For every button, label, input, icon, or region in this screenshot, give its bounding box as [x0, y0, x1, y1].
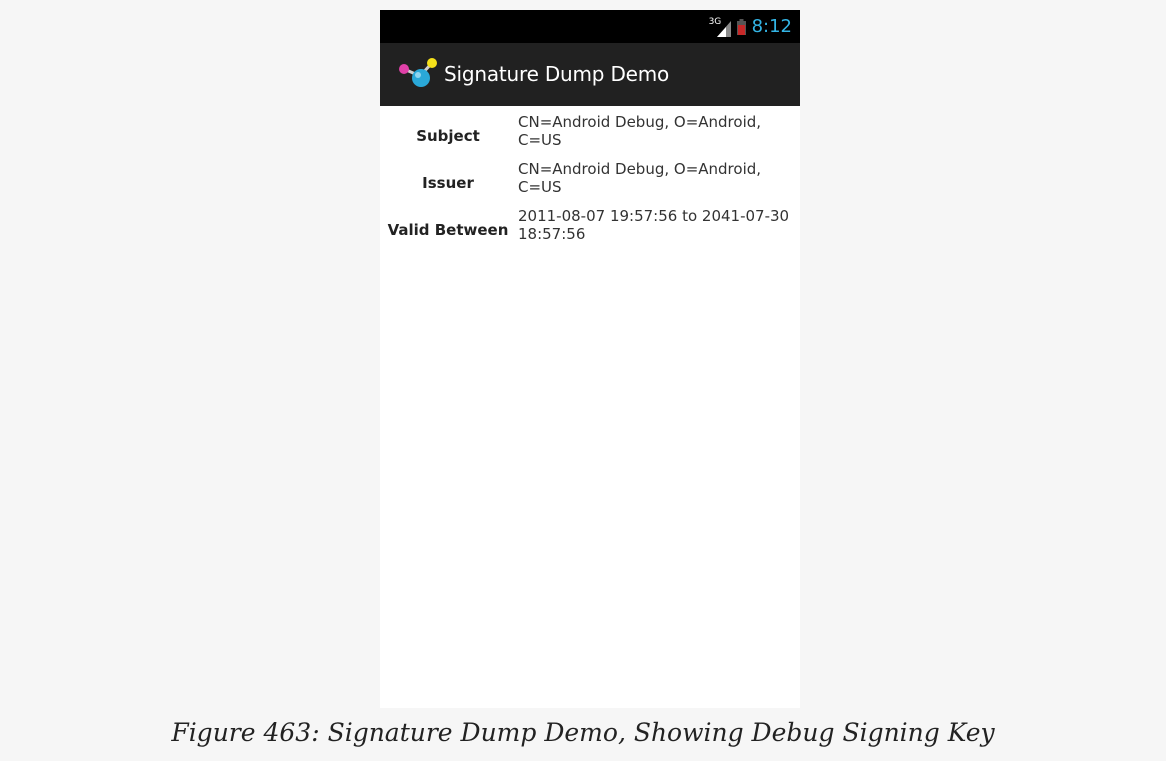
issuer-value-line1: CN=Android Debug, O=Android, — [518, 160, 762, 178]
figure-caption: Figure 463: Signature Dump Demo, Showing… — [171, 718, 995, 747]
valid-between-row: Valid Between 2011-08-07 19:57:56 to 204… — [380, 207, 800, 247]
issuer-row: Issuer CN=Android Debug, O=Android, C=US — [380, 160, 800, 200]
subject-label: Subject — [416, 127, 480, 145]
issuer-label: Issuer — [422, 174, 474, 192]
app-title: Signature Dump Demo — [444, 62, 670, 86]
network-indicator: 3G — [709, 17, 731, 37]
valid-between-value-line2: 18:57:56 — [518, 225, 586, 243]
status-icons: 3G 8:12 — [709, 10, 792, 43]
subject-row: Subject CN=Android Debug, O=Android, C=U… — [380, 113, 800, 153]
action-bar: Signature Dump Demo — [380, 43, 800, 106]
status-clock: 8:12 — [751, 16, 792, 37]
signal-icon — [716, 20, 731, 37]
valid-between-label: Valid Between — [387, 221, 509, 239]
subject-value-line2: C=US — [518, 131, 562, 149]
issuer-value-line2: C=US — [518, 178, 562, 196]
valid-between-value-line1: 2011-08-07 19:57:56 to 2041-07-30 — [518, 207, 790, 225]
subject-value-line1: CN=Android Debug, O=Android, — [518, 113, 762, 131]
status-bar: 3G 8:12 — [380, 10, 800, 43]
battery-icon — [736, 18, 746, 35]
app-molecule-icon[interactable] — [396, 56, 440, 92]
phone-screen: 3G 8:12 Signature Dump Demo Subject CN=A… — [380, 10, 800, 708]
